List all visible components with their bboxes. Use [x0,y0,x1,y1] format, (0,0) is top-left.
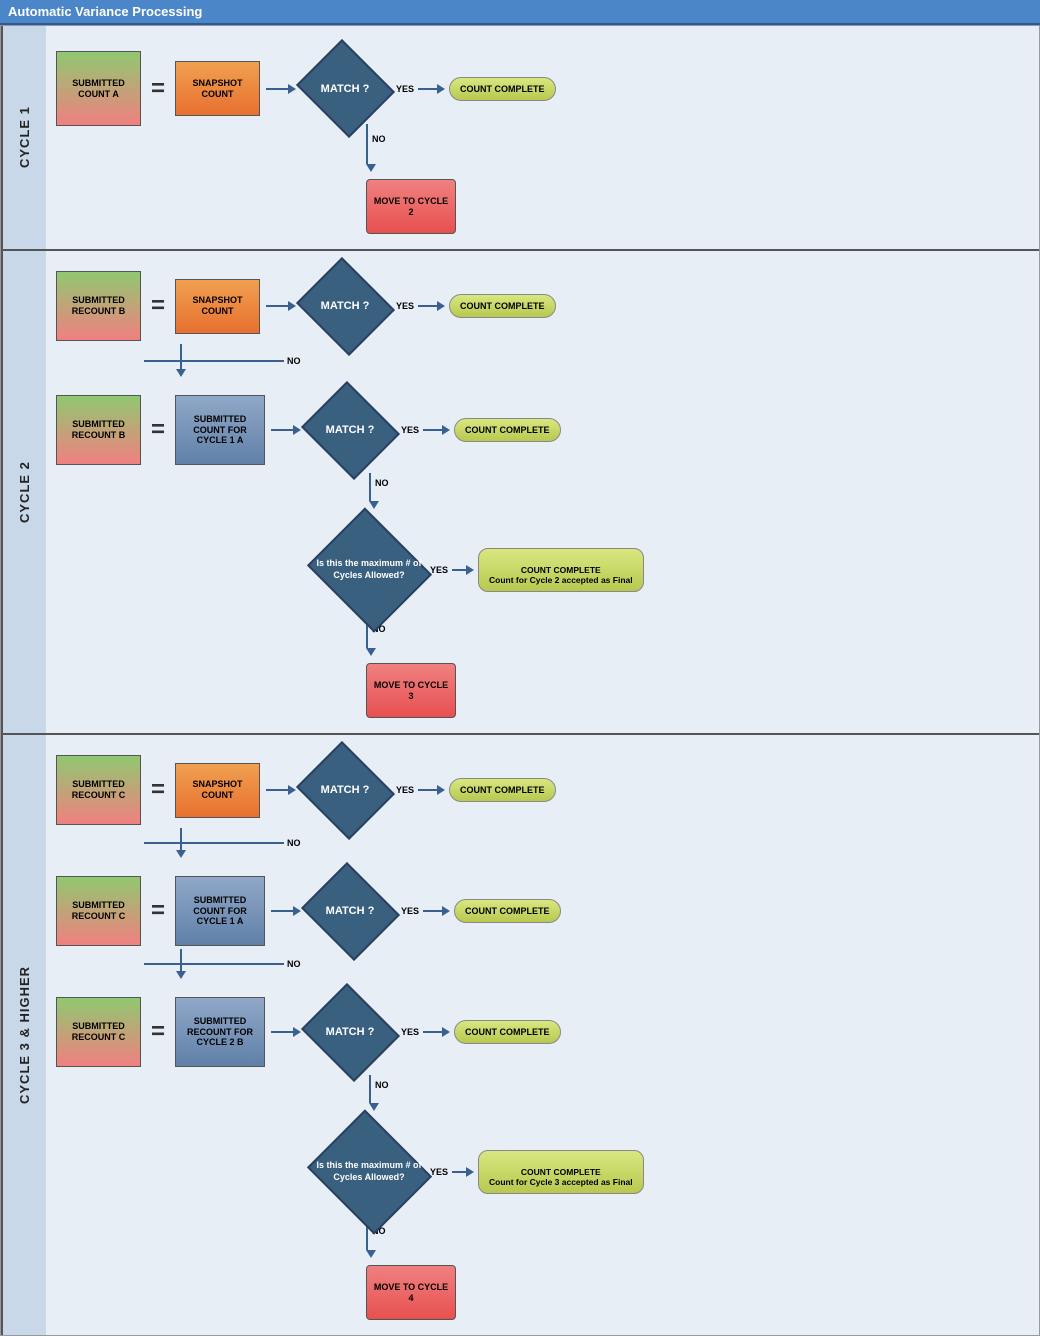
cycle2-row1: SUBMITTED RECOUNT B = SNAPSHOT COUNT MAT… [56,271,1029,341]
cycle3-section: CYCLE 3 & HIGHER SUBMITTED RECOUNT C = S… [1,735,1039,1335]
submitted-count-a-box: SUBMITTED COUNT A [56,51,141,126]
move-to-cycle4-box: Move to Cycle 4 [366,1265,456,1320]
match-diamond-c2r2: MATCH ? [305,395,395,465]
cycle2-row2: SUBMITTED RECOUNT B = SUBMITTED COUNT FO… [56,395,1029,465]
cycle1-count-c2-box: SUBMITTED COUNT FOR CYCLE 1 A [175,395,265,465]
c2-no-branch1: NO [176,344,1029,382]
cycle3-row2: SUBMITTED RECOUNT C = SUBMITTED COUNT FO… [56,876,1029,946]
submitted-recount-c1-box: SUBMITTED RECOUNT C [56,755,141,825]
arrow-c2r1 [266,305,294,307]
c3-no-branch2: NO [176,949,1029,984]
yes-c2r1: YES [396,301,443,311]
match-diamond-c2r1: MATCH ? [300,271,390,341]
cycle2-label: CYCLE 2 [1,251,46,733]
count-complete-c1: COUNT COMPLETE [449,77,556,101]
yes-c2r2: YES [401,425,448,435]
c2-no-to-cycle3: NO Move to Cycle 3 [366,618,1029,718]
cycle3-row1: SUBMITTED RECOUNT C = SNAPSHOT COUNT MAT… [56,755,1029,825]
no-label-c1: NO [372,134,386,144]
cycle1-count-c3-box: SUBMITTED COUNT FOR CYCLE 1 A [175,876,265,946]
yes-c2max: YES [430,565,472,575]
move-to-cycle3-box: Move to Cycle 3 [366,663,456,718]
equals-c3r1: = [147,776,169,804]
match-diamond-c3r3: MATCH ? [305,997,395,1067]
equals-c2r2: = [147,416,169,444]
max-cycles-diamond-c3: Is this the maximum # of Cycles Allowed? [314,1127,424,1217]
match-diamond-c3r1: MATCH ? [300,755,390,825]
match-diamond-c3r2: MATCH ? [305,876,395,946]
equals-c1: = [147,75,169,103]
c3-no-branch3: NO [369,1075,1029,1119]
cycle3-label: CYCLE 3 & HIGHER [1,735,46,1335]
app-title: Automatic Variance Processing [8,4,202,19]
submitted-recount-c2-box: SUBMITTED RECOUNT C [56,876,141,946]
move-to-cycle2-box: Move to Cycle 2 [366,179,456,234]
cycle1-flow-row: SUBMITTED COUNT A = SNAPSHOT COUNT MATCH… [56,51,1029,126]
match-diamond-c1: MATCH ? [300,54,390,124]
cycle3-max-row: Is this the maximum # of Cycles Allowed?… [314,1127,1029,1217]
snapshot-c3-box: SNAPSHOT COUNT [175,763,260,818]
max-cycles-diamond-c2: Is this the maximum # of Cycles Allowed? [314,525,424,615]
count-complete-c3r2: COUNT COMPLETE [454,899,561,923]
count-complete-final-c3: COUNT COMPLETE Count for Cycle 3 accepte… [478,1150,644,1194]
arrow-c1-to-diamond [266,88,294,90]
yes-label-c1: YES [396,84,414,94]
equals-c3r3: = [147,1018,169,1046]
diagram-container: CYCLE 1 SUBMITTED COUNT A = SNAPSHOT COU… [0,25,1040,1336]
cycle1-label: CYCLE 1 [1,26,46,249]
c3-no-branch1: NO [176,828,1029,863]
snapshot-c2-box: SNAPSHOT COUNT [175,279,260,334]
arrow-c2r2 [271,429,299,431]
submitted-recount-b2-box: SUBMITTED RECOUNT B [56,395,141,465]
count-complete-c2r2: COUNT COMPLETE [454,418,561,442]
cycle1-section: CYCLE 1 SUBMITTED COUNT A = SNAPSHOT COU… [1,26,1039,251]
snapshot-count-c1-box: SNAPSHOT COUNT [175,61,260,116]
cycle2-content: SUBMITTED RECOUNT B = SNAPSHOT COUNT MAT… [46,251,1039,733]
count-complete-c3r1: COUNT COMPLETE [449,778,556,802]
yes-branch-c1: YES [396,84,443,94]
cycle2-recount-c3-box: SUBMITTED RECOUNT FOR CYCLE 2 B [175,997,265,1067]
cycle1-content: SUBMITTED COUNT A = SNAPSHOT COUNT MATCH… [46,26,1039,249]
submitted-recount-b1-box: SUBMITTED RECOUNT B [56,271,141,341]
equals-c2r1: = [147,292,169,320]
cycle3-row3: SUBMITTED RECOUNT C = SUBMITTED RECOUNT … [56,997,1029,1067]
count-complete-c2r1: COUNT COMPLETE [449,294,556,318]
no-branch-c1: NO Move to Cycle 2 [366,124,1029,234]
title-bar: Automatic Variance Processing [0,0,1040,25]
cycle3-content: SUBMITTED RECOUNT C = SNAPSHOT COUNT MAT… [46,735,1039,1335]
count-complete-final-c2: COUNT COMPLETE Count for Cycle 2 accepte… [478,548,644,592]
equals-c3r2: = [147,897,169,925]
c3-no-to-cycle4: NO Move to Cycle 4 [366,1220,1029,1320]
cycle2-max-row: Is this the maximum # of Cycles Allowed?… [314,525,1029,615]
cycle2-section: CYCLE 2 SUBMITTED RECOUNT B = SNAPSHOT C… [1,251,1039,735]
count-complete-c3r3: COUNT COMPLETE [454,1020,561,1044]
c2-no-branch2: NO [369,473,1029,517]
submitted-recount-c3-box: SUBMITTED RECOUNT C [56,997,141,1067]
